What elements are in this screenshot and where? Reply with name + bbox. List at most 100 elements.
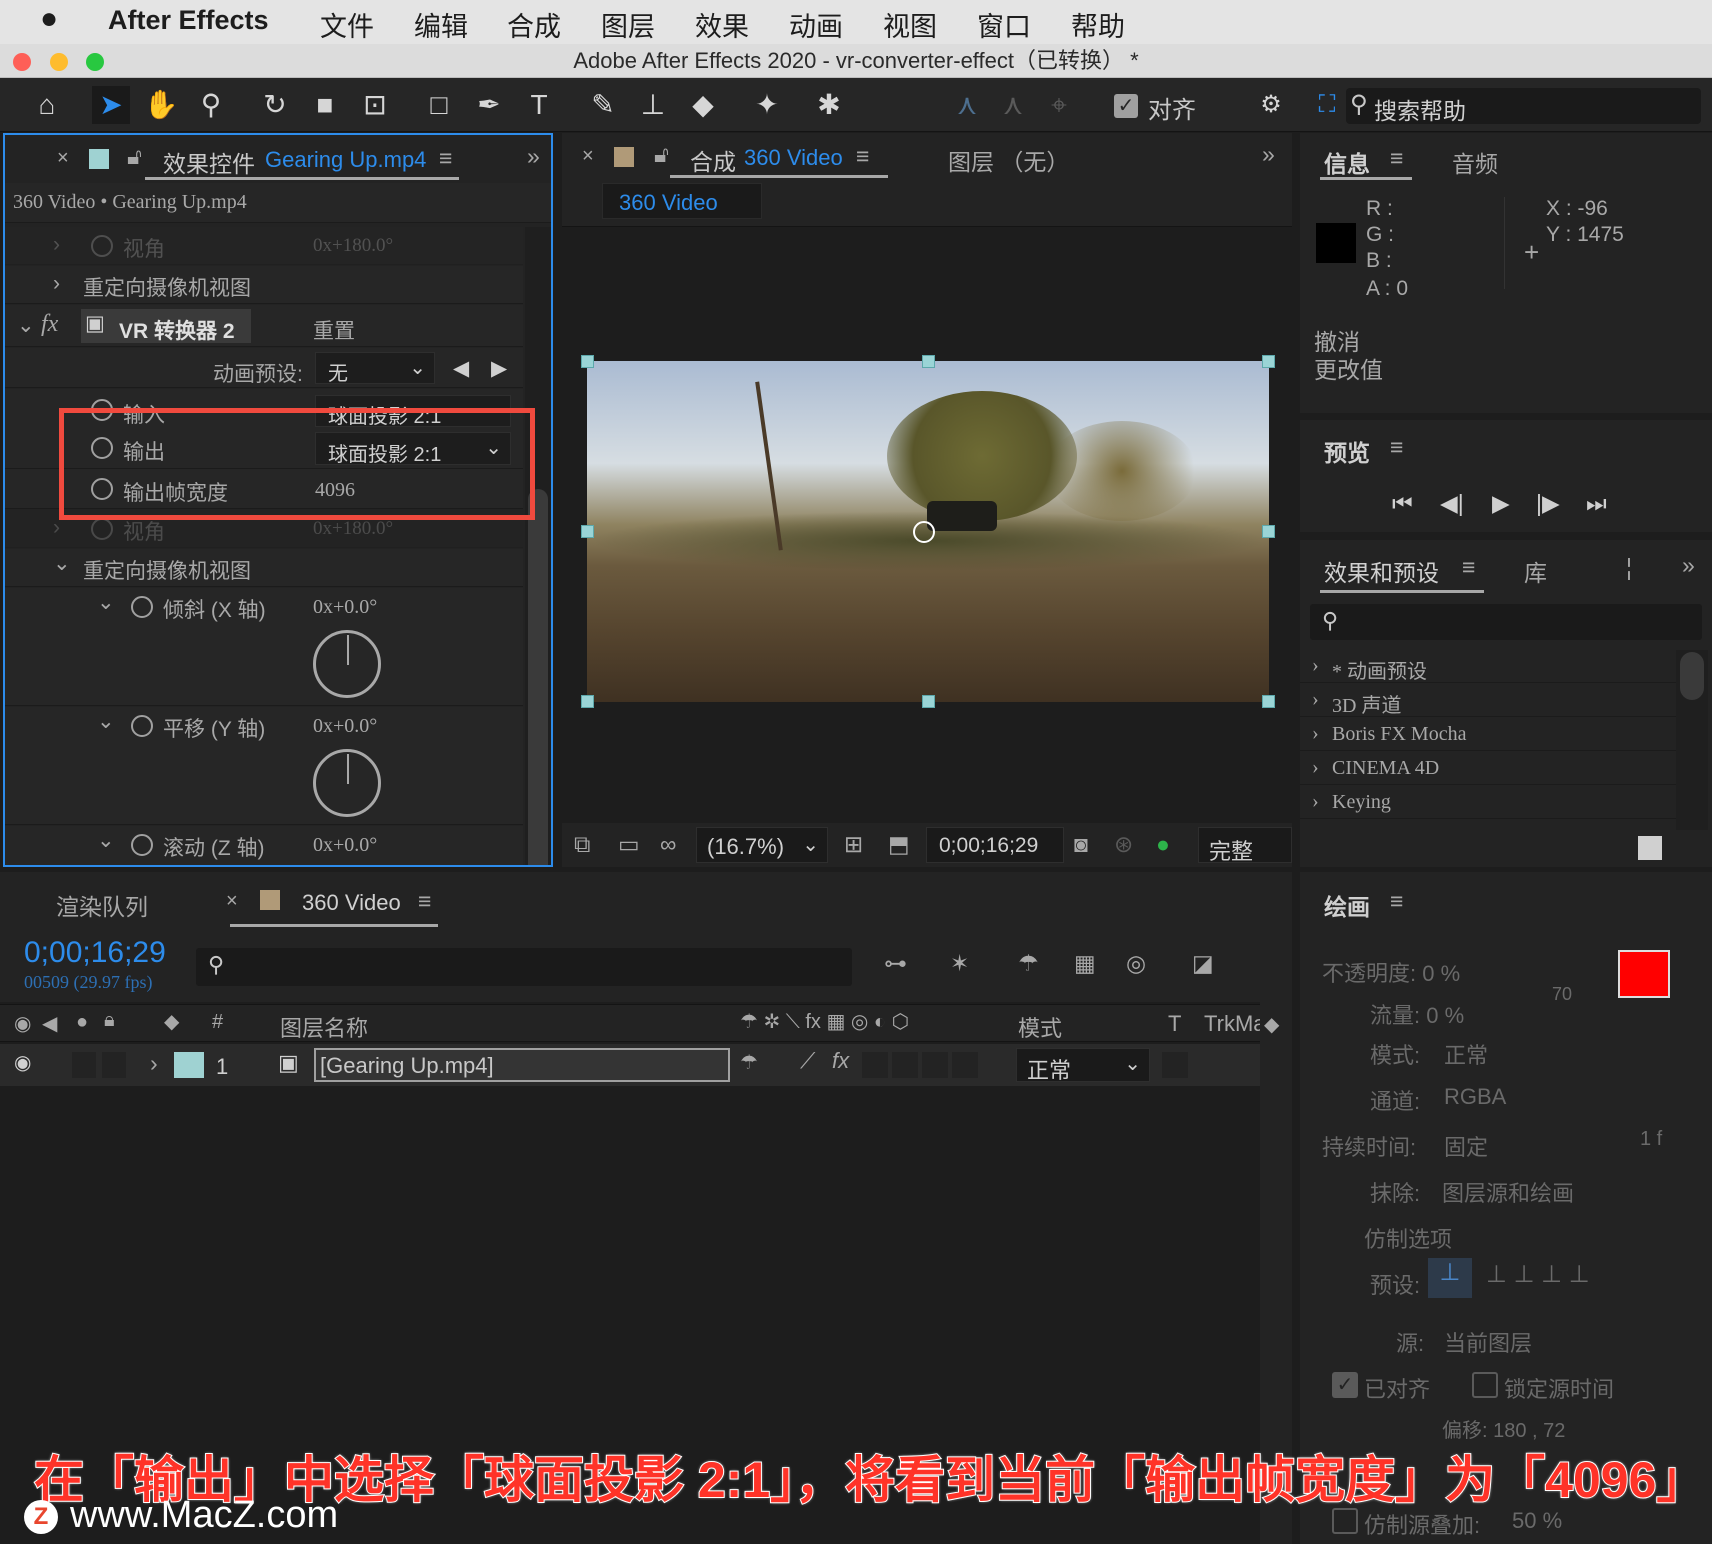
audio-toggle[interactable]: [72, 1052, 96, 1078]
menu-effect[interactable]: 效果: [695, 5, 749, 44]
tab-file-name[interactable]: Gearing Up.mp4: [265, 147, 426, 173]
stopwatch-icon[interactable]: [131, 715, 153, 737]
prev-frame-icon[interactable]: ◀|: [1440, 490, 1464, 517]
switch-box[interactable]: [922, 1052, 948, 1078]
next-preset-icon[interactable]: ▶: [491, 356, 507, 381]
lock-icon[interactable]: 🔓︎: [654, 141, 669, 168]
anchor-point-icon[interactable]: [913, 521, 935, 543]
effects-presets-tab[interactable]: 效果和预设: [1324, 554, 1439, 588]
rotate-tool-icon[interactable]: ↻: [256, 86, 294, 124]
preset-dropdown[interactable]: 无 ⌄: [315, 352, 435, 385]
pan-value[interactable]: 0x+0.0°: [313, 715, 377, 738]
motion-blur-icon[interactable]: ◎: [1126, 950, 1146, 977]
transform-handle[interactable]: [581, 695, 594, 708]
zoom-window-button[interactable]: [86, 53, 104, 71]
selection-tool-icon[interactable]: ➤: [92, 86, 130, 124]
workspace-icon[interactable]: ⚙: [1252, 86, 1290, 124]
zoom-tool-icon[interactable]: ⚲: [192, 86, 230, 124]
fx-toggle-icon[interactable]: fx: [41, 311, 58, 338]
clone-preset-icons[interactable]: ⊥ ⊥ ⊥ ⊥: [1486, 1260, 1590, 1289]
close-tab-icon[interactable]: ×: [57, 147, 69, 170]
lock-toggle[interactable]: [102, 1052, 126, 1078]
graph-editor-icon[interactable]: ◪: [1192, 950, 1214, 977]
menu-view[interactable]: 视图: [883, 5, 937, 44]
tree-item-animation-presets[interactable]: › * 动画预设: [1300, 650, 1680, 683]
fx-switch-icon[interactable]: fx: [832, 1048, 849, 1074]
draft-3d-icon[interactable]: ✶: [950, 950, 969, 977]
current-time-field[interactable]: 0;00;16;29: [926, 827, 1064, 863]
expand-panel-icon[interactable]: »: [1262, 141, 1275, 168]
stopwatch-icon[interactable]: [91, 518, 113, 540]
always-preview-icon[interactable]: ⧉: [574, 831, 590, 858]
chevron-right-icon[interactable]: ›: [53, 272, 60, 296]
close-window-button[interactable]: [13, 53, 31, 71]
transform-handle[interactable]: [922, 695, 935, 708]
camera-tool-icon[interactable]: ■: [306, 86, 344, 124]
chevron-right-icon[interactable]: ›: [53, 233, 60, 257]
expand-panel-icon[interactable]: »: [1682, 552, 1695, 579]
comp-flowchart-icon[interactable]: ⊶: [884, 950, 907, 977]
apple-icon[interactable]: ●: [40, 2, 58, 36]
eraser-icon[interactable]: ◆: [684, 86, 722, 124]
pan-dial[interactable]: [313, 749, 381, 817]
new-folder-icon[interactable]: [1638, 836, 1662, 860]
video-frame[interactable]: [587, 361, 1269, 702]
zoom-dropdown[interactable]: (16.7%) ⌄: [696, 827, 828, 863]
lock-source-checkbox[interactable]: [1472, 1372, 1498, 1398]
rectangle-tool-icon[interactable]: □: [420, 86, 458, 124]
expand-panel-icon[interactable]: »: [527, 143, 540, 170]
prev-preset-icon[interactable]: ◀: [453, 356, 469, 381]
effect-scrollbar[interactable]: [525, 227, 551, 865]
app-menu[interactable]: After Effects: [108, 5, 269, 36]
tilt-value[interactable]: 0x+0.0°: [313, 596, 377, 619]
effects-search-input[interactable]: ⚲: [1310, 604, 1702, 640]
layer-row[interactable]: ◉ › 1 ▣ [Gearing Up.mp4] ☂ ⟋ fx 正常 ⌄: [0, 1044, 1260, 1086]
shy-switch-icon[interactable]: ☂: [740, 1050, 758, 1075]
panel-menu-icon[interactable]: ≡: [856, 143, 869, 170]
play-icon[interactable]: ▶: [1492, 490, 1510, 517]
snapshot-icon[interactable]: ◙: [1074, 831, 1088, 858]
align-checkbox[interactable]: ✓: [1114, 94, 1138, 118]
chevron-down-icon[interactable]: ⌄: [17, 313, 35, 338]
panel-menu-icon[interactable]: ≡: [1390, 145, 1403, 172]
panel-menu-icon[interactable]: ≡: [439, 145, 452, 172]
lock-icon[interactable]: 🔓︎: [127, 143, 142, 170]
transform-handle[interactable]: [1262, 355, 1275, 368]
puppet-pin-icon[interactable]: ✱: [810, 86, 848, 124]
next-frame-icon[interactable]: |▶: [1536, 490, 1560, 517]
transform-handle[interactable]: [581, 525, 594, 538]
quality-switch-icon[interactable]: ⟋: [800, 1048, 815, 1074]
clone-stamp-icon[interactable]: ⊥: [634, 86, 672, 124]
layer-name-column[interactable]: 图层名称: [280, 1011, 368, 1043]
axis-world-icon[interactable]: ⋏: [994, 86, 1032, 124]
quality-dropdown[interactable]: 完整: [1198, 827, 1292, 864]
layer-name-field[interactable]: [Gearing Up.mp4]: [314, 1048, 730, 1082]
stopwatch-icon[interactable]: [131, 834, 153, 856]
toggle-panel-icon[interactable]: ◆: [1264, 1012, 1279, 1037]
timeline-search-input[interactable]: ⚲: [196, 948, 852, 986]
home-icon[interactable]: ⌂: [28, 86, 66, 124]
axis-view-icon[interactable]: ⌖: [1040, 86, 1078, 124]
render-queue-tab[interactable]: 渲染队列: [56, 888, 148, 922]
type-tool-icon[interactable]: T: [520, 86, 558, 124]
tree-item-keying[interactable]: › Keying: [1300, 786, 1680, 819]
mode-column[interactable]: 模式: [1018, 1011, 1062, 1043]
frame-blending-icon[interactable]: ▦: [1074, 950, 1096, 977]
audio-tab[interactable]: 音频: [1452, 145, 1498, 179]
timeline-comp-tab[interactable]: 360 Video: [302, 890, 401, 916]
composition-tab[interactable]: × 🔓︎ 合成 360 Video ≡ 图层 （无） »: [562, 133, 1292, 179]
reset-link[interactable]: 重置: [313, 315, 355, 345]
trkmat-column[interactable]: TrkMa: [1204, 1011, 1266, 1037]
show-snapshot-icon[interactable]: ⊛: [1114, 831, 1133, 858]
stopwatch-icon[interactable]: [131, 596, 153, 618]
timeline-timecode[interactable]: 0;00;16;29: [24, 936, 166, 970]
transform-handle[interactable]: [1262, 695, 1275, 708]
resolution-icon[interactable]: ⊞: [844, 831, 863, 858]
hand-tool-icon[interactable]: ✋: [142, 86, 180, 124]
effect-controls-tab[interactable]: × 🔓︎ 效果控件 Gearing Up.mp4 ≡ »: [5, 135, 551, 181]
first-frame-icon[interactable]: ⏮: [1392, 490, 1413, 517]
brush-tool-icon[interactable]: ✎: [584, 86, 622, 124]
menu-help[interactable]: 帮助: [1071, 5, 1125, 44]
tilt-dial[interactable]: [313, 630, 381, 698]
transform-handle[interactable]: [1262, 525, 1275, 538]
